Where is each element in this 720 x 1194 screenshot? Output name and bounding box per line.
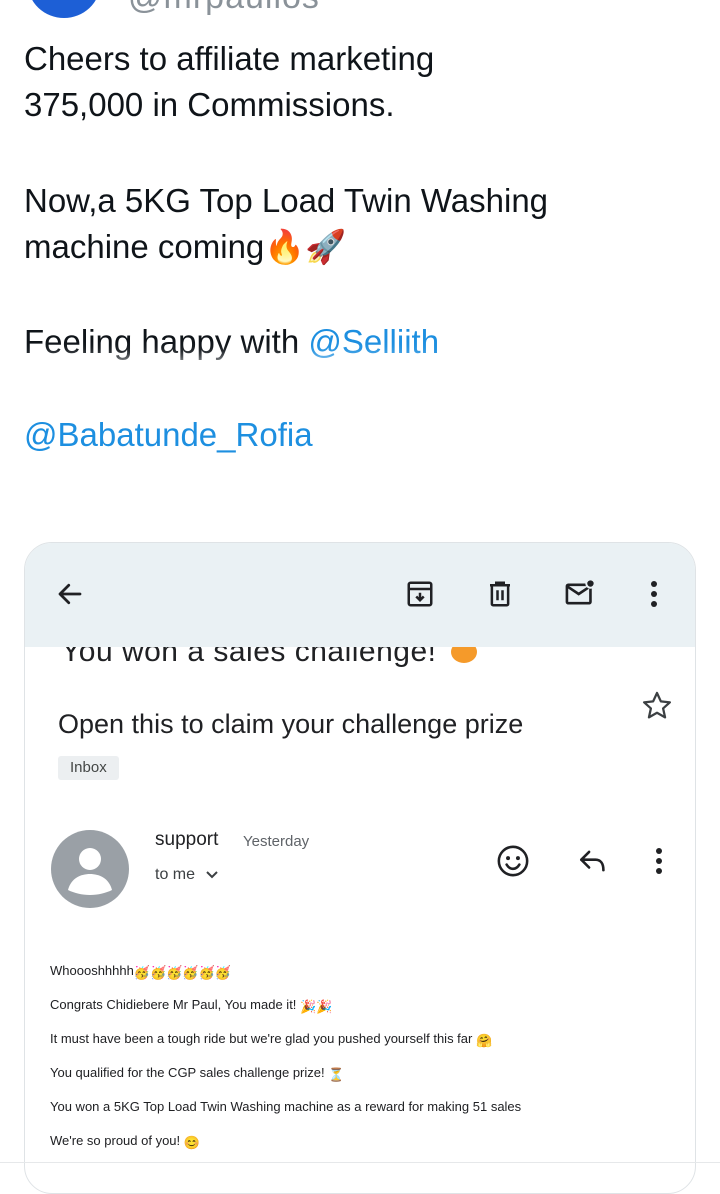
hourglass-emoji: ⏳: [328, 1067, 345, 1082]
chevron-down-icon: [206, 871, 219, 879]
recipient-label: to me: [155, 866, 196, 883]
person-icon: [68, 848, 112, 895]
redaction-smudge: [360, 392, 650, 492]
tweet-author-avatar[interactable]: [28, 0, 100, 18]
star-icon[interactable]: [639, 689, 675, 728]
delete-icon[interactable]: [483, 577, 517, 611]
inbox-label-chip[interactable]: Inbox: [58, 756, 119, 780]
email-screenshot-card: You won a sales challenge! Open this to …: [24, 542, 696, 1194]
tweet-text-line-6: @Babatunde_Rofia: [24, 412, 313, 458]
email-subject: Open this to claim your challenge prize: [58, 709, 524, 739]
email-body-text: It must have been a tough ride but we're…: [50, 1031, 476, 1046]
message-more-vert-icon[interactable]: [647, 845, 671, 877]
archive-icon[interactable]: [403, 577, 437, 611]
email-body-text: You won a 5KG Top Load Twin Washing mach…: [50, 1099, 522, 1114]
mark-unread-icon[interactable]: [561, 575, 599, 613]
email-body-line: Whoooshhhhh🥳🥳🥳🥳🥳🥳: [50, 963, 231, 981]
tweet-text-line-5-text: Feeling happy with: [24, 323, 309, 360]
sender-name[interactable]: support: [155, 829, 218, 851]
email-body-text: Congrats Chidiebere Mr Paul, You made it…: [50, 997, 301, 1012]
email-body-text: Whoooshhhhh: [50, 963, 134, 978]
mention-link-selliith[interactable]: @Selliith: [308, 323, 439, 360]
tweet-text-line-3: Now,a 5KG Top Load Twin Washing: [24, 182, 549, 219]
tweet-author-handle[interactable]: @mrpaulios: [128, 0, 320, 17]
tweet-emojis: 🔥🚀: [264, 228, 347, 265]
party-popper-emojis: 🎉🎉: [300, 999, 333, 1014]
email-body-line: You qualified for the CGP sales challeng…: [50, 1065, 344, 1083]
divider: [0, 1162, 720, 1163]
email-body-line: You won a 5KG Top Load Twin Washing mach…: [50, 1099, 521, 1114]
email-body-line: It must have been a tough ride but we're…: [50, 1031, 492, 1049]
tweet-text-line-1: Cheers to affiliate marketing: [24, 40, 435, 77]
tweet-text-line-4: machine coming🔥🚀: [24, 224, 346, 270]
more-vert-icon[interactable]: [639, 577, 669, 611]
back-arrow-icon[interactable]: [53, 577, 87, 611]
mention-link-babatunde-rofia[interactable]: @Babatunde_Rofia: [24, 416, 313, 453]
email-body-text: You qualified for the CGP sales challeng…: [50, 1065, 329, 1080]
redaction-smudge: [30, 372, 430, 382]
email-body-line: We're so proud of you! 😊: [50, 1133, 200, 1151]
tweet-text-line-4-text: machine coming: [24, 228, 265, 265]
recipient-details-toggle[interactable]: to me: [155, 866, 219, 884]
tweet-text-line-5: Feeling happy with @Selliith: [24, 319, 439, 365]
tweet-header: @mrpaulios: [0, 0, 720, 22]
emoji-reaction-icon[interactable]: [495, 843, 531, 879]
email-body-line: Congrats Chidiebere Mr Paul, You made it…: [50, 997, 332, 1015]
reply-icon[interactable]: [575, 845, 611, 877]
tweet-text-line-2: 375,000 in Commissions.: [24, 86, 395, 123]
party-face-emojis: 🥳🥳🥳🥳🥳🥳: [133, 965, 231, 980]
email-body-text: We're so proud of you!: [50, 1133, 184, 1148]
email-timestamp: Yesterday: [243, 833, 310, 850]
email-toolbar: [25, 543, 695, 647]
smiling-face-emoji: 😊: [183, 1135, 200, 1150]
sender-avatar[interactable]: [51, 830, 129, 908]
hugging-face-emoji: 🤗: [475, 1033, 493, 1048]
